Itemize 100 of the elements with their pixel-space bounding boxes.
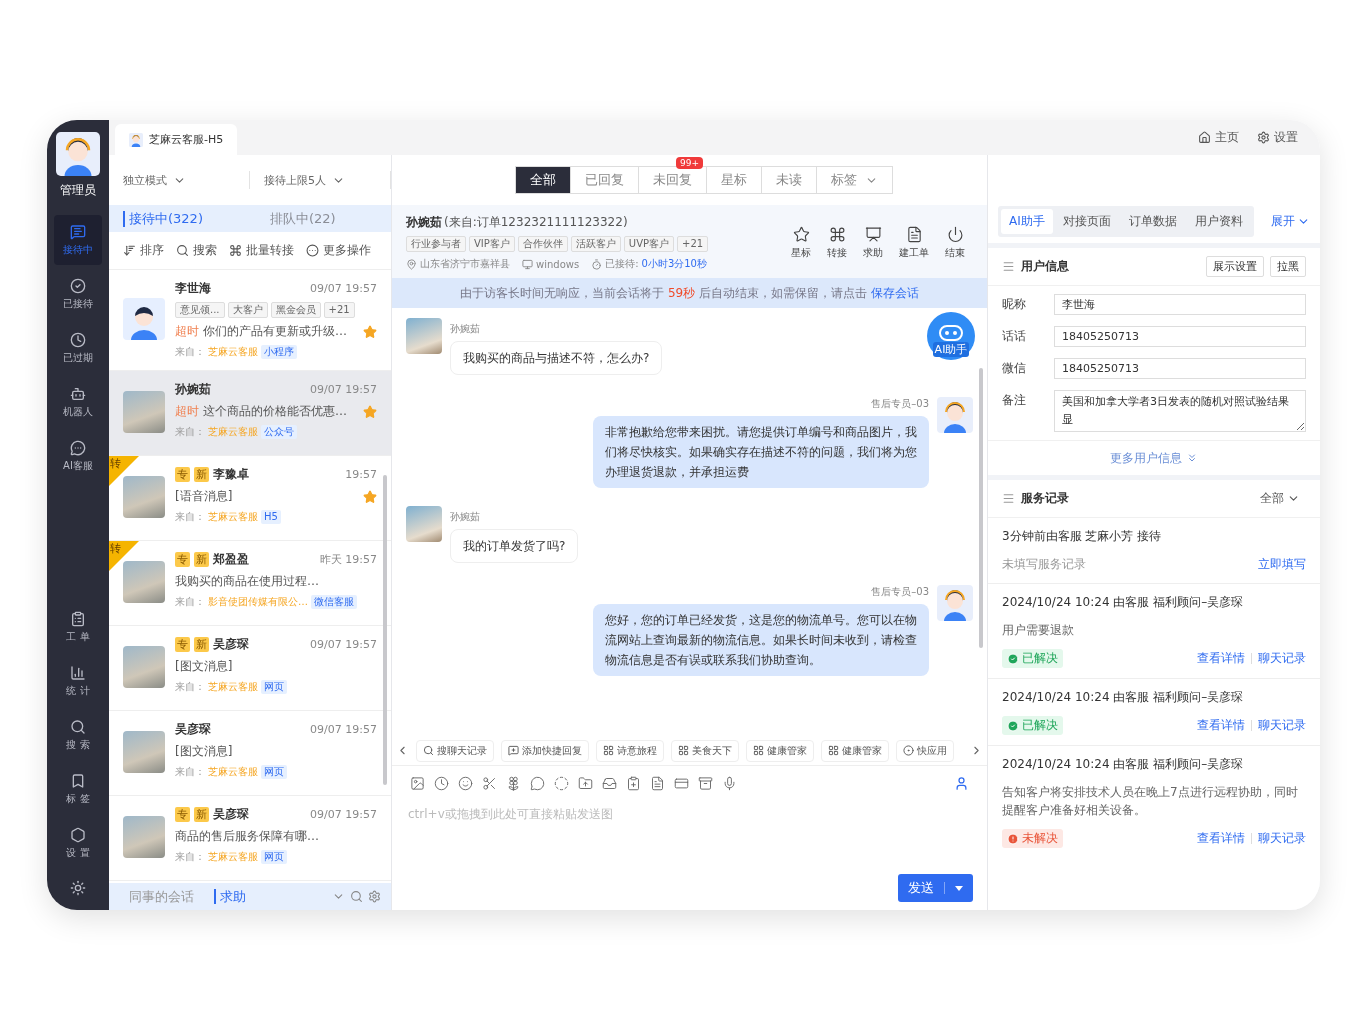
panel-tab[interactable]: 对接页面 <box>1054 209 1119 234</box>
action-button[interactable]: 求助 <box>863 225 883 260</box>
quick-chip[interactable]: 美食天下 <box>671 739 739 762</box>
action-button[interactable]: 星标 <box>791 225 811 260</box>
footer-tab[interactable]: 求助 <box>214 889 246 904</box>
action-button[interactable]: 结束 <box>945 225 965 260</box>
archive-icon[interactable] <box>698 775 713 791</box>
expand-link[interactable]: 展开 <box>1271 213 1310 230</box>
nav-item[interactable]: 工 单 <box>54 602 102 652</box>
page-tab[interactable]: 芝麻云客服-H5 <box>115 124 238 155</box>
chat-icon[interactable] <box>530 775 545 791</box>
message-bubble: 我购买的商品与描述不符，怎么办? <box>450 341 663 375</box>
panel-tab[interactable]: 订单数据 <box>1120 209 1185 234</box>
nav-item[interactable]: 标 签 <box>54 764 102 814</box>
card-button[interactable]: 展示设置 <box>1206 256 1264 277</box>
panel-tab[interactable]: 用户资料 <box>1186 209 1251 234</box>
input-field[interactable]: 18405250713 <box>1054 326 1306 347</box>
sun-icon[interactable] <box>70 880 86 896</box>
quick-chip[interactable]: 诗意旅程 <box>596 739 664 762</box>
send-button[interactable]: 发送 <box>898 874 973 902</box>
settings-link[interactable]: 设置 <box>1257 129 1298 146</box>
check-circle-icon <box>1007 719 1019 732</box>
nav-item[interactable]: 设 置 <box>54 818 102 868</box>
conversation-item[interactable]: 孙婉茹 09/07 19:57 超时 这个商品的价格能否优惠… 来自： 芝麻云客服 公众号 <box>109 371 391 456</box>
fill-in-link[interactable]: 立即填写 <box>1258 555 1306 573</box>
channel-tag: 公众号 <box>261 425 297 439</box>
record-link[interactable]: 查看详情 <box>1197 717 1245 734</box>
filter-dropdown[interactable]: 全部 <box>1254 489 1306 508</box>
nav-item[interactable]: 已接待 <box>54 269 102 319</box>
smile-icon[interactable] <box>458 775 473 791</box>
input-field[interactable]: 李世海 <box>1054 294 1306 315</box>
conversation-item[interactable]: 转 专 新 李豫卓 19:57 [语音消息] 来自： 芝麻云客服 H5 <box>109 456 391 541</box>
panel-tab[interactable]: AI助手 <box>1001 209 1053 234</box>
home-link[interactable]: 主页 <box>1198 129 1239 146</box>
nav-item[interactable]: AI客服 <box>54 431 102 481</box>
quick-chip[interactable]: 添加快捷回复 <box>501 739 589 762</box>
record-link[interactable]: 聊天记录 <box>1258 650 1306 667</box>
toolbar-button[interactable]: 搜索 <box>176 242 217 259</box>
filter-tab[interactable]: 标签 <box>816 166 893 194</box>
save-session-link[interactable]: 保存会话 <box>870 285 919 300</box>
ai-assistant-button[interactable]: AI助手 <box>927 312 975 360</box>
note-field[interactable]: 美国和加拿大学者3日发表的随机对照试验结果显 <box>1054 390 1306 432</box>
toolbar-button[interactable]: 更多操作 <box>306 242 371 259</box>
document-icon[interactable] <box>650 775 665 791</box>
caret-icon <box>955 885 963 891</box>
device-text: windows <box>536 258 580 270</box>
mode-dropdown[interactable]: 接待上限5人 <box>250 171 391 189</box>
quick-chip[interactable]: 健康管家 <box>746 739 814 762</box>
action-button[interactable]: 转接 <box>827 225 847 260</box>
toolbar-button[interactable]: 批量转接 <box>229 242 294 259</box>
card-button[interactable]: 拉黑 <box>1270 256 1306 277</box>
record-link[interactable]: 查看详情 <box>1197 650 1245 667</box>
input-field[interactable]: 18405250713 <box>1054 358 1306 379</box>
avatar-drawing <box>56 132 100 176</box>
message-preview: 商品的售后服务保障有哪… <box>175 828 319 845</box>
contact-name: 郑盈盈 <box>213 551 249 568</box>
filter-tab[interactable]: 已回复 <box>570 166 639 194</box>
record-link[interactable]: 聊天记录 <box>1258 717 1306 734</box>
filter-tab[interactable]: 星标 <box>706 166 762 194</box>
monitor-icon <box>522 258 533 270</box>
scissors-icon[interactable] <box>482 775 497 791</box>
action-button[interactable]: 建工单 <box>899 225 929 260</box>
source-name: 芝麻云客服 <box>208 765 258 779</box>
field-label: 备注 <box>1002 392 1027 409</box>
toolbar-button[interactable]: 排序 <box>123 242 164 259</box>
filter-tab[interactable]: 全部 <box>515 166 571 194</box>
card-icon[interactable] <box>674 775 689 791</box>
clipboard-icon[interactable] <box>626 775 641 791</box>
filter-tab[interactable]: 未读 <box>761 166 817 194</box>
conversation-item[interactable]: 转 专 新 郑盈盈 昨天 19:57 我购买的商品在使用过程… 来自： 影音使团传媒有限公… 微信客服 <box>109 541 391 626</box>
scrollbar[interactable] <box>383 475 387 785</box>
mode-dropdown[interactable]: 独立模式 <box>109 171 250 189</box>
record-note: 告知客户将安排技术人员在晚上7点进行远程协助，同时提醒客户准备好相关设备。 <box>1002 784 1299 819</box>
scrollbar[interactable] <box>979 368 983 648</box>
clock-icon[interactable] <box>434 775 449 791</box>
nav-item[interactable]: 统 计 <box>54 656 102 706</box>
search-icon[interactable] <box>350 890 363 903</box>
source-label: 来自： <box>175 850 205 864</box>
quick-chip[interactable]: 健康管家 <box>821 739 889 762</box>
user-icon[interactable] <box>954 775 969 791</box>
flower-icon[interactable] <box>506 775 521 791</box>
quick-chip[interactable]: 快应用 <box>896 739 954 762</box>
nav-item[interactable]: 已过期 <box>54 323 102 373</box>
filter-tab[interactable]: 未回复 <box>638 166 707 194</box>
nav-item[interactable]: 机器人 <box>54 377 102 427</box>
microphone-icon[interactable] <box>722 775 737 791</box>
record-link[interactable]: 聊天记录 <box>1258 830 1306 847</box>
location-icon <box>406 258 417 270</box>
contact-name: 吴彦琛 <box>213 806 249 823</box>
record-link[interactable]: 查看详情 <box>1197 830 1245 847</box>
label-badge: 专 <box>175 637 190 652</box>
settings-icon[interactable] <box>368 890 381 903</box>
quick-chip[interactable]: 搜聊天记录 <box>416 739 494 762</box>
star-icon <box>792 225 810 243</box>
folder-icon[interactable] <box>578 775 593 791</box>
nav-item[interactable]: 接待中 <box>54 215 102 265</box>
queue-tab[interactable]: 接待中(322) <box>123 210 250 227</box>
nav-item[interactable]: 搜 索 <box>54 710 102 760</box>
inbox-icon[interactable] <box>602 775 617 791</box>
image-icon[interactable] <box>410 775 425 791</box>
